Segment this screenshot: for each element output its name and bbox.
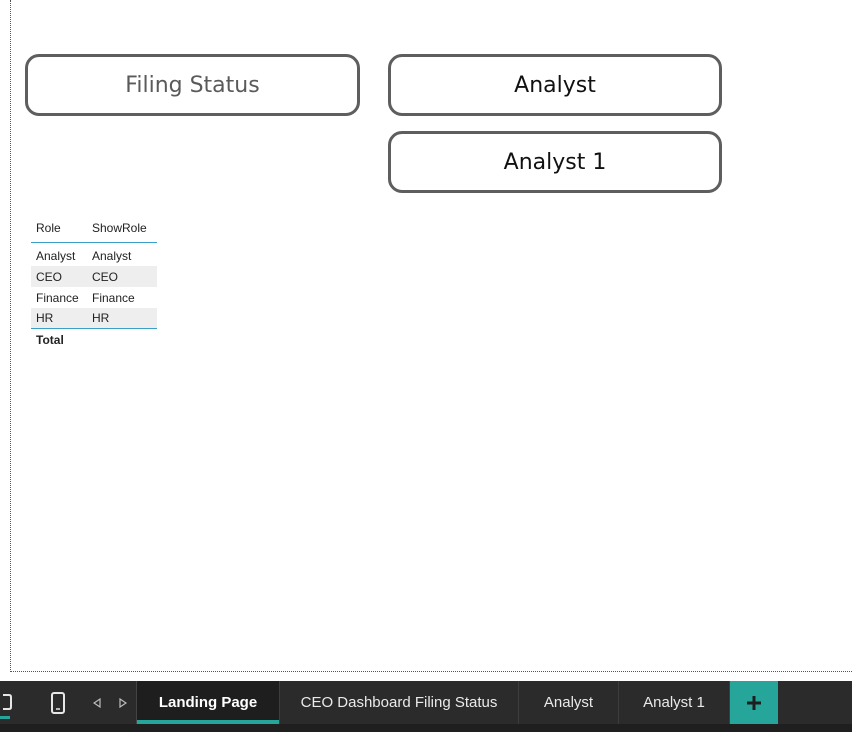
tab-landing-page[interactable]: Landing Page [137,681,280,724]
role-table[interactable]: Role ShowRole Analyst Analyst CEO CEO Fi… [31,214,157,350]
tab-label: Analyst 1 [643,694,705,711]
page-border [10,0,11,672]
tab-label: Analyst [543,694,594,711]
analyst-1-button[interactable]: Analyst 1 [388,131,722,193]
tab-label: CEO Dashboard Filing Status [300,694,498,711]
tab-analyst[interactable]: Analyst [519,681,619,724]
analyst-button-label: Analyst [514,72,596,98]
column-header-showrole[interactable]: ShowRole [87,221,157,235]
report-canvas: Filing Status Analyst Analyst 1 Role Sho… [0,0,852,732]
page-tab-bar: Landing Page CEO Dashboard Filing Status… [0,681,852,724]
plus-icon [747,695,761,710]
chevron-left-icon[interactable] [84,681,110,724]
filing-status-button[interactable]: Filing Status [25,54,360,116]
tab-ceo-dashboard-filing-status[interactable]: CEO Dashboard Filing Status [280,681,519,724]
table-header: Role ShowRole [31,214,157,243]
analyst-1-button-label: Analyst 1 [503,149,607,175]
table-cell: Finance [36,290,79,305]
analyst-button[interactable]: Analyst [388,54,722,116]
table-cell: HR [92,311,110,325]
table-total-label: Total [36,332,64,347]
status-strip [0,724,852,732]
table-row[interactable]: CEO CEO [31,266,157,287]
table-row[interactable]: Analyst Analyst [31,245,157,266]
tab-analyst-1[interactable]: Analyst 1 [619,681,730,724]
table-total-row: Total [31,329,157,350]
table-row[interactable]: Finance Finance [31,287,157,308]
chevron-right-icon[interactable] [110,681,136,724]
table-cell: HR [36,311,54,325]
active-view-indicator [0,716,10,719]
table-cell: Analyst [92,248,132,263]
desktop-icon[interactable] [0,681,16,724]
tab-label: Landing Page [158,694,258,711]
table-cell: Finance [92,290,135,305]
add-page-button[interactable] [730,681,778,724]
filing-status-button-label: Filing Status [125,72,260,98]
table-cell: Analyst [36,248,76,263]
table-cell: CEO [92,269,119,284]
column-header-role[interactable]: Role [31,221,87,235]
table-row[interactable]: HR HR [31,308,157,329]
page-border [10,671,852,672]
mobile-phone-icon[interactable] [32,681,84,724]
table-cell: CEO [36,269,63,284]
